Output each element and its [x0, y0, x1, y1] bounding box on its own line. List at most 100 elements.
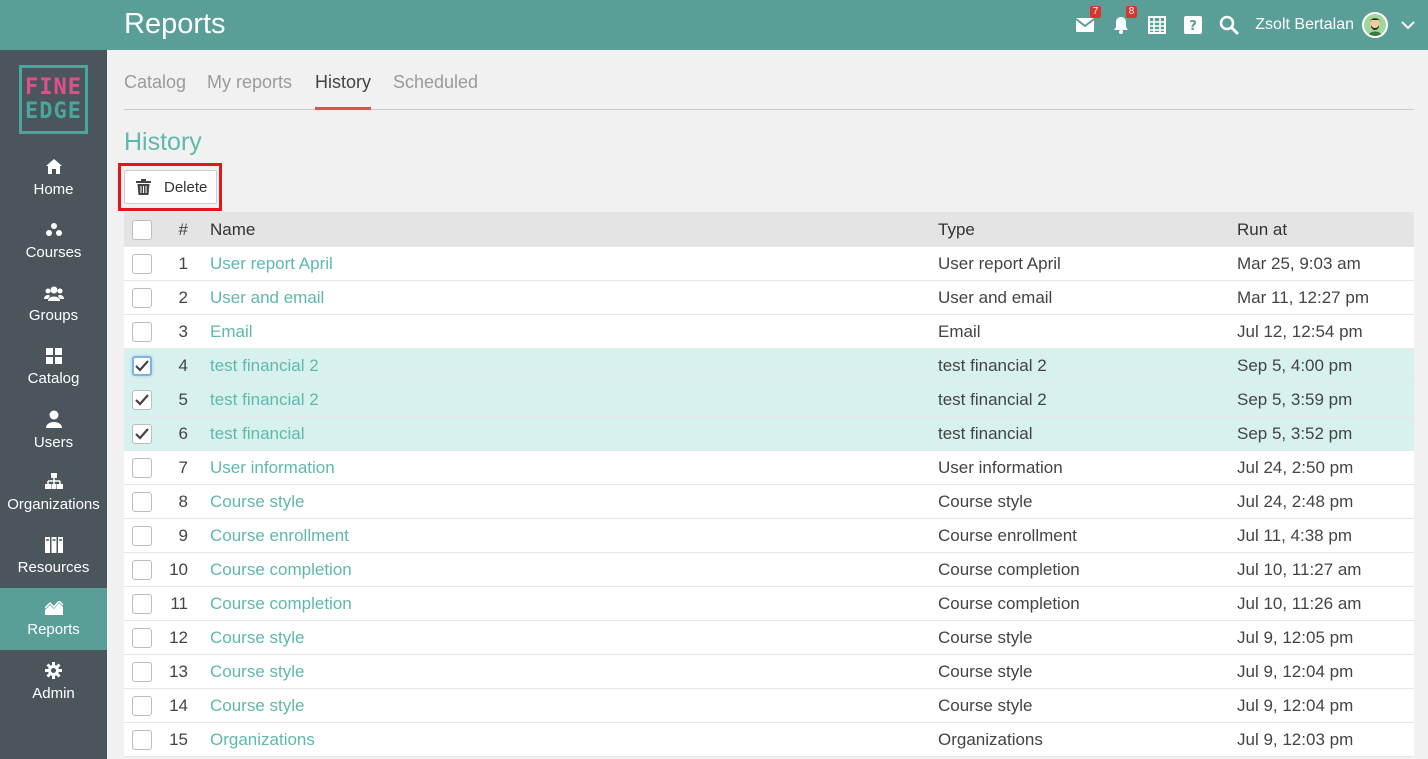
- row-num: 5: [178, 389, 188, 409]
- table-row[interactable]: 15 Organizations Organizations Jul 9, 12:03…: [124, 723, 1414, 757]
- row-name-link[interactable]: Organizations: [210, 723, 315, 756]
- user-avatar-icon: [1364, 14, 1386, 36]
- row-run-at: Jul 9, 12:04 pm: [1237, 661, 1354, 681]
- reports-icon: [44, 600, 63, 615]
- table-row[interactable]: 5 test financial 2 test financial 2 Sep 5, …: [124, 383, 1414, 417]
- row-checkbox[interactable]: [132, 457, 152, 478]
- row-checkbox[interactable]: [132, 491, 152, 512]
- row-name-link[interactable]: test financial: [210, 417, 305, 450]
- row-name-link[interactable]: Course completion: [210, 587, 352, 620]
- row-name-link[interactable]: Course style: [210, 689, 304, 722]
- bell-icon: [1114, 17, 1129, 34]
- row-type: Course enrollment: [938, 525, 1077, 545]
- row-checkbox[interactable]: [132, 695, 152, 716]
- row-run-at: Jul 10, 11:26 am: [1237, 593, 1362, 613]
- sidebar-item-home[interactable]: Home: [0, 147, 107, 209]
- avatar[interactable]: [1362, 12, 1388, 38]
- table-row[interactable]: 12 Course style Course style Jul 9, 12:05 p…: [124, 621, 1414, 655]
- sidebar-item-admin[interactable]: Admin: [0, 651, 107, 713]
- row-checkbox[interactable]: [132, 355, 152, 376]
- sidebar-item-reports[interactable]: Reports: [0, 588, 107, 650]
- row-name-link[interactable]: Email: [210, 315, 253, 348]
- tab-history[interactable]: History: [315, 72, 372, 110]
- delete-button[interactable]: Delete: [124, 170, 217, 204]
- row-name-link[interactable]: Course style: [210, 485, 304, 518]
- table-row[interactable]: 9 Course enrollment Course enrollment Jul 1…: [124, 519, 1414, 553]
- user-name[interactable]: Zsolt Bertalan: [1255, 16, 1354, 34]
- catalog-icon: [45, 347, 62, 364]
- row-checkbox[interactable]: [132, 287, 152, 308]
- row-name-link[interactable]: Course completion: [210, 553, 352, 586]
- user-menu-toggle[interactable]: [1388, 0, 1428, 50]
- row-type: Organizations: [938, 729, 1043, 749]
- row-name-link[interactable]: User report April: [210, 247, 333, 280]
- select-all-checkbox[interactable]: [132, 219, 152, 240]
- row-checkbox[interactable]: [132, 525, 152, 546]
- table-row[interactable]: 8 Course style Course style Jul 24, 2:48 pm: [124, 485, 1414, 519]
- table-row[interactable]: 14 Course style Course style Jul 9, 12:04 p…: [124, 689, 1414, 723]
- row-checkbox[interactable]: [132, 559, 152, 580]
- header-type[interactable]: Type: [938, 212, 975, 247]
- table-row[interactable]: 1 User report April User report April Mar 2…: [124, 247, 1414, 281]
- row-name-link[interactable]: User information: [210, 451, 335, 484]
- messages-button[interactable]: 7: [1067, 0, 1103, 50]
- header-name[interactable]: Name: [210, 212, 255, 247]
- table-row[interactable]: 2 User and email User and email Mar 11, 12:…: [124, 281, 1414, 315]
- sidebar-item-organizations[interactable]: Organizations: [0, 462, 107, 524]
- row-run-at: Sep 5, 4:00 pm: [1237, 355, 1353, 375]
- sidebar-item-resources[interactable]: Resources: [0, 525, 107, 587]
- table-row[interactable]: 13 Course style Course style Jul 9, 12:04 p…: [124, 655, 1414, 689]
- help-button[interactable]: ?: [1175, 0, 1211, 50]
- table-row[interactable]: 6 test financial test financial Sep 5, 3:52…: [124, 417, 1414, 451]
- row-num: 14: [169, 695, 188, 715]
- row-checkbox[interactable]: [132, 389, 152, 410]
- table-row[interactable]: 3 Email Email Jul 12, 12:54 pm: [124, 315, 1414, 349]
- row-checkbox[interactable]: [132, 321, 152, 342]
- table-row[interactable]: 11 Course completion Course completion Jul …: [124, 587, 1414, 621]
- table-row[interactable]: 4 test financial 2 test financial 2 Sep 5, …: [124, 349, 1414, 383]
- history-table: # Name Type Run at 1 User report April Use…: [124, 212, 1414, 757]
- row-name-link[interactable]: test financial 2: [210, 383, 319, 416]
- sidebar-item-users[interactable]: Users: [0, 399, 107, 461]
- sidebar-item-label: Groups: [28, 306, 79, 324]
- sidebar-item-groups[interactable]: Groups: [0, 273, 107, 335]
- row-num: 1: [178, 253, 188, 273]
- envelope-icon: [1075, 18, 1095, 32]
- notifications-button[interactable]: 8: [1103, 0, 1139, 50]
- messages-badge: 7: [1089, 6, 1102, 18]
- home-icon: [45, 159, 62, 174]
- table-body: 1 User report April User report April Mar 2…: [124, 247, 1414, 757]
- row-name-link[interactable]: Course enrollment: [210, 519, 349, 552]
- row-num: 10: [169, 559, 188, 579]
- header-run-at[interactable]: Run at: [1237, 212, 1287, 247]
- row-checkbox[interactable]: [132, 423, 152, 444]
- row-checkbox[interactable]: [132, 253, 152, 274]
- search-button[interactable]: [1211, 0, 1247, 50]
- logo[interactable]: FINE EDGE: [19, 65, 88, 134]
- tab-my-reports[interactable]: My reports: [207, 72, 292, 107]
- row-name-link[interactable]: Course style: [210, 621, 304, 654]
- row-checkbox[interactable]: [132, 593, 152, 614]
- row-checkbox[interactable]: [132, 627, 152, 648]
- page-title: History: [124, 128, 202, 156]
- sidebar-item-catalog[interactable]: Catalog: [0, 336, 107, 398]
- row-type: Course style: [938, 627, 1033, 647]
- logo-line2: EDGE: [25, 98, 82, 124]
- sidebar-item-courses[interactable]: Courses: [0, 210, 107, 272]
- calendar-button[interactable]: [1139, 0, 1175, 50]
- sidebar-item-label: Reports: [27, 620, 80, 638]
- tab-catalog[interactable]: Catalog: [124, 72, 186, 107]
- table-row[interactable]: 10 Course completion Course completion Jul …: [124, 553, 1414, 587]
- row-name-link[interactable]: test financial 2: [210, 349, 319, 382]
- row-name-link[interactable]: Course style: [210, 655, 304, 688]
- tab-scheduled[interactable]: Scheduled: [393, 72, 478, 107]
- sidebar-item-label: Home: [33, 181, 74, 198]
- row-type: Course style: [938, 661, 1033, 681]
- table-row[interactable]: 7 User information User information Jul 24,…: [124, 451, 1414, 485]
- row-name-link[interactable]: User and email: [210, 281, 324, 314]
- resources-icon: [44, 536, 63, 553]
- row-checkbox[interactable]: [132, 729, 152, 750]
- chevron-down-icon: [1401, 21, 1415, 30]
- row-checkbox[interactable]: [132, 661, 152, 682]
- sidebar-item-label: Admin: [32, 685, 75, 702]
